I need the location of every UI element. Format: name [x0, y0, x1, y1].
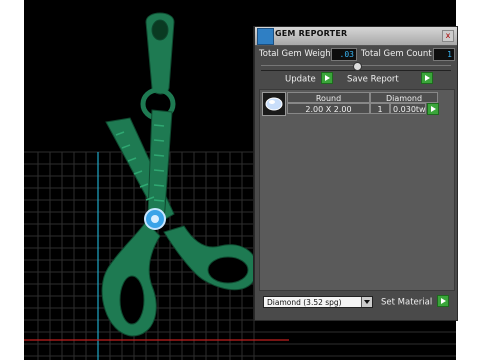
save-report-label: Save Report: [347, 74, 399, 85]
save-report-button[interactable]: Save Report: [347, 72, 433, 85]
material-select[interactable]: Diamond (3.52 spg): [263, 296, 373, 308]
play-arrow-icon: [320, 72, 333, 84]
panel-title: GEM REPORTER: [275, 29, 348, 38]
update-label: Update: [285, 74, 316, 85]
gem-highlight: [151, 215, 159, 223]
weight-cell: 0.030tw: [390, 103, 426, 114]
size-cell: 2.00 X 2.00: [287, 103, 370, 114]
total-weight-label: Total Gem Weight: [259, 49, 334, 59]
set-material-button[interactable]: Set Material: [381, 295, 450, 308]
material-header: Diamond: [370, 92, 438, 103]
total-count-label: Total Gem Count: [361, 49, 432, 59]
play-arrow-icon: [437, 295, 450, 307]
round-gem-icon: [265, 97, 283, 111]
gem-reporter-panel: GEM REPORTER x Total Gem Weight .03 Tota…: [254, 26, 458, 321]
row-action-button[interactable]: [427, 103, 439, 115]
play-arrow-icon: [420, 72, 433, 84]
update-button[interactable]: Update: [285, 72, 333, 85]
count-cell: 1: [370, 103, 390, 114]
scissors-model: [101, 12, 258, 337]
set-material-label: Set Material: [381, 297, 433, 308]
gem-thumbnail: [262, 92, 286, 116]
chevron-down-icon: [361, 297, 372, 307]
close-button[interactable]: x: [442, 30, 454, 42]
shape-header: Round: [287, 92, 370, 103]
gem-reporter-icon: [257, 28, 274, 45]
panel-titlebar: GEM REPORTER x: [255, 27, 457, 46]
gem-table: Round Diamond 2.00 X 2.00 1 0.030tw: [259, 89, 455, 291]
total-weight-value[interactable]: .03: [331, 48, 357, 61]
totals-row: Total Gem Weight .03 Total Gem Count 1: [255, 47, 457, 63]
zoom-slider-thumb[interactable]: [353, 62, 362, 71]
material-select-value: Diamond (3.52 spg): [267, 298, 342, 307]
total-count-value[interactable]: 1: [433, 48, 455, 61]
